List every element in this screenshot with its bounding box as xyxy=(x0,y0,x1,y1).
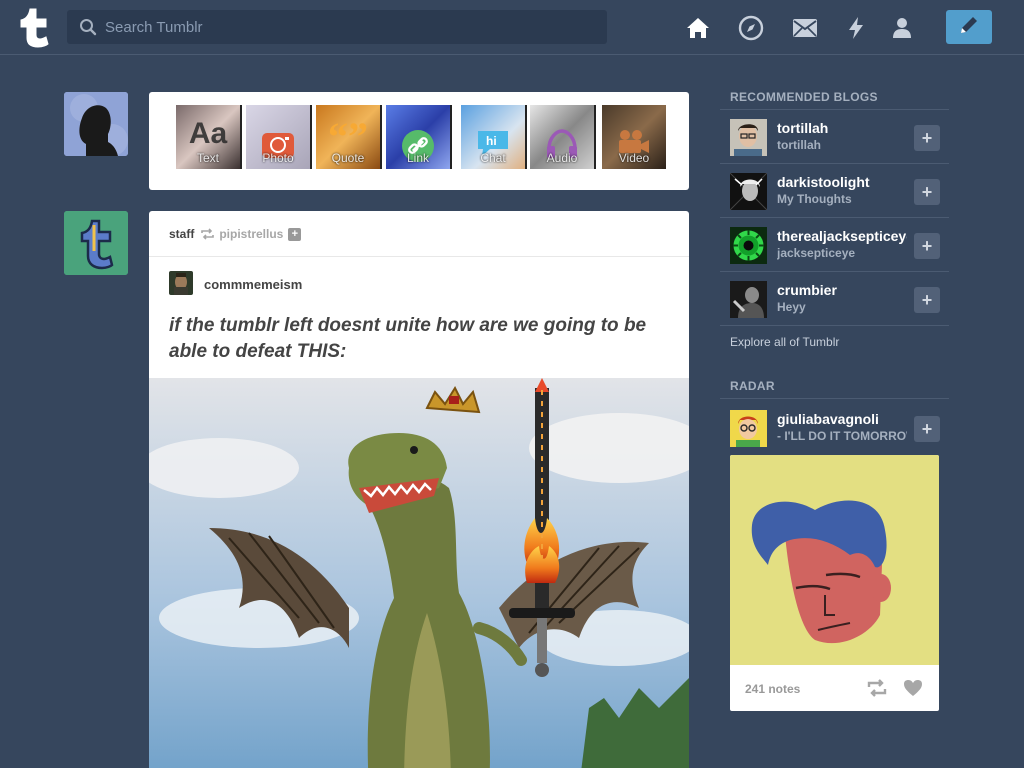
blog-avatar[interactable] xyxy=(730,410,767,447)
radar-blog-item[interactable]: giuliabavagnoli - I'LL DO IT TOMORROW + xyxy=(720,401,949,455)
follow-blog-button[interactable]: + xyxy=(914,179,940,205)
radar-image[interactable] xyxy=(730,455,939,665)
post-image[interactable] xyxy=(149,378,689,768)
divider xyxy=(149,256,689,257)
post-type-quote-button[interactable]: “” Quote xyxy=(316,105,380,169)
reblogged-from-name[interactable]: pipistrellus xyxy=(219,227,283,241)
explore-icon[interactable] xyxy=(737,14,765,42)
post-type-video-label: Video xyxy=(618,151,650,165)
post-type-bar: Aa Text Photo “” Quote Link hi Chat Audi… xyxy=(149,92,689,190)
compose-button[interactable] xyxy=(946,10,992,44)
post-type-photo-label: Photo xyxy=(262,151,294,165)
blog-subtitle: My Thoughts xyxy=(777,192,852,206)
dashboard-post: staff pipistrellus + commmemeism if the … xyxy=(149,211,689,768)
blog-name[interactable]: crumbier xyxy=(777,282,907,298)
top-bar xyxy=(0,0,1024,55)
user-avatar[interactable] xyxy=(64,92,128,156)
blog-avatar[interactable] xyxy=(730,227,767,264)
recommended-blog-item[interactable]: tortillah tortillah + xyxy=(720,110,949,164)
post-type-text-label: Text xyxy=(196,151,219,165)
post-type-chat-label: Chat xyxy=(480,151,506,165)
blog-subtitle: Heyy xyxy=(777,300,806,314)
post-type-text-button[interactable]: Aa Text xyxy=(176,105,240,169)
radar-post: 241 notes xyxy=(730,455,939,711)
blog-avatar[interactable] xyxy=(730,173,767,210)
post-type-audio-button[interactable]: Audio xyxy=(530,105,594,169)
post-type-chat-button[interactable]: hi Chat xyxy=(461,105,525,169)
reblogger-name[interactable]: staff xyxy=(169,227,194,241)
recommended-blog-item[interactable]: therealjacksepticeye jacksepticeye + xyxy=(720,218,949,272)
svg-text:hi: hi xyxy=(486,134,497,148)
radar-footer: 241 notes xyxy=(730,665,939,711)
post-type-quote-label: Quote xyxy=(331,151,365,165)
account-icon[interactable] xyxy=(888,14,916,42)
search-box[interactable] xyxy=(67,10,607,44)
post-type-link-label: Link xyxy=(406,151,429,165)
blog-name[interactable]: therealjacksepticeye xyxy=(777,228,907,244)
staff-avatar[interactable] xyxy=(64,211,128,275)
blog-avatar[interactable] xyxy=(730,281,767,318)
post-title: if the tumblr left doesnt unite how are … xyxy=(169,315,647,362)
post-type-audio-label: Audio xyxy=(546,151,578,165)
tumblr-logo-icon[interactable] xyxy=(16,6,52,48)
activity-icon[interactable] xyxy=(842,14,870,42)
messages-icon[interactable] xyxy=(791,14,819,42)
post-type-photo-button[interactable]: Photo xyxy=(246,105,310,169)
radar-title: RADAR xyxy=(730,379,775,393)
blog-name[interactable]: darkistoolight xyxy=(777,174,907,190)
post-header: staff pipistrellus + xyxy=(169,227,302,241)
search-input[interactable] xyxy=(105,10,595,44)
search-icon xyxy=(79,18,97,41)
follow-blog-button[interactable]: + xyxy=(914,125,940,151)
divider xyxy=(720,398,949,399)
blog-subtitle: - I'LL DO IT TOMORROW xyxy=(777,429,907,443)
post-type-video-button[interactable]: Video xyxy=(602,105,666,169)
follow-button[interactable]: + xyxy=(288,227,302,241)
blog-name[interactable]: tortillah xyxy=(777,120,907,136)
recommended-blog-item[interactable]: darkistoolight My Thoughts + xyxy=(720,164,949,218)
home-icon[interactable] xyxy=(684,14,712,42)
text-icon: Aa xyxy=(188,117,228,150)
blog-subtitle: jacksepticeye xyxy=(777,246,856,260)
heart-icon[interactable] xyxy=(903,679,923,702)
reblog-icon xyxy=(200,228,215,240)
explore-link[interactable]: Explore all of Tumblr xyxy=(730,335,839,349)
reblog-icon[interactable] xyxy=(866,679,888,702)
follow-blog-button[interactable]: + xyxy=(914,287,940,313)
blog-name[interactable]: giuliabavagnoli xyxy=(777,411,907,427)
recommended-blog-item[interactable]: crumbier Heyy + xyxy=(720,272,949,326)
follow-blog-button[interactable]: + xyxy=(914,233,940,259)
blog-avatar[interactable] xyxy=(730,119,767,156)
pencil-icon xyxy=(958,14,980,41)
blog-subtitle: tortillah xyxy=(777,138,821,152)
op-avatar[interactable] xyxy=(169,271,193,295)
notes-count[interactable]: 241 notes xyxy=(745,682,800,696)
follow-blog-button[interactable]: + xyxy=(914,416,940,442)
op-username[interactable]: commmemeism xyxy=(204,277,302,292)
recommended-blogs-title: RECOMMENDED BLOGS xyxy=(730,90,878,104)
post-type-link-button[interactable]: Link xyxy=(386,105,450,169)
